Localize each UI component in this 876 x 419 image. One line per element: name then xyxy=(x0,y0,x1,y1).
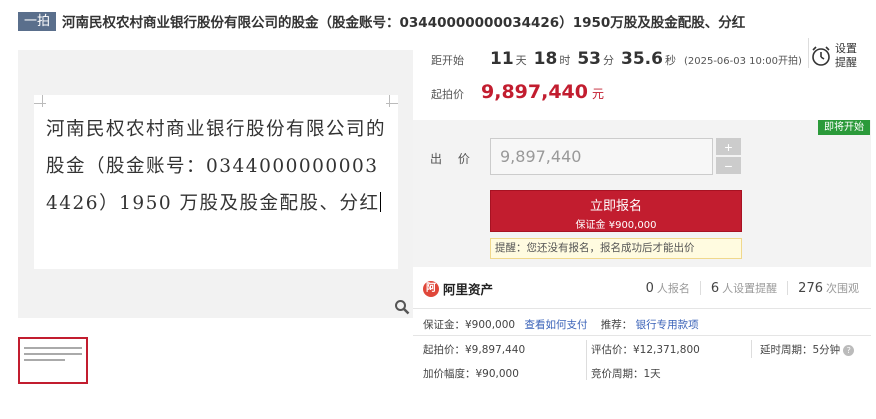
crop-mark xyxy=(42,95,43,107)
countdown-hours-unit: 时 xyxy=(559,54,571,67)
appraisal-price: 评估价：¥12,371,800 xyxy=(591,344,700,356)
status-badge: 即将开始 xyxy=(818,120,870,135)
alarm-clock-icon xyxy=(812,46,830,66)
signup-count-label: 人报名 xyxy=(656,282,690,295)
thumbnail-line xyxy=(24,353,82,355)
countdown-days-unit: 天 xyxy=(515,54,527,67)
thumbnail-line xyxy=(24,359,65,361)
auction-cycle: 竞价周期：1天 xyxy=(591,368,661,380)
crop-mark xyxy=(34,103,46,104)
countdown-seconds: 35.6 xyxy=(621,49,663,69)
divider xyxy=(751,340,752,358)
signup-count: 0 xyxy=(645,281,654,296)
divider xyxy=(808,38,809,68)
start-price-unit: 元 xyxy=(591,87,604,101)
start-time: (2025-06-03 10:00开拍) xyxy=(683,56,802,67)
image-preview[interactable]: 河南民权农村商业银行股份有限公司的股金（股金账号：034400000000344… xyxy=(18,50,413,318)
platform-logo[interactable]: 阿 阿里资产 xyxy=(423,279,493,298)
detail-start-price: 起拍价：¥9,897,440 xyxy=(423,344,526,356)
divider xyxy=(413,335,871,336)
divider xyxy=(413,308,871,309)
auction-round-badge: 一拍 xyxy=(18,11,57,31)
divider xyxy=(586,340,587,380)
auction-stats: 0 人报名 6 人设置提醒 276 次围观 xyxy=(636,280,859,296)
divider xyxy=(699,281,701,295)
reminder-count-label: 人设置提醒 xyxy=(722,282,778,295)
reminder-label: 设置 提醒 xyxy=(835,42,857,69)
divider xyxy=(787,281,789,295)
countdown-days: 11 xyxy=(490,49,514,69)
crop-mark xyxy=(389,95,390,107)
deposit-info: 保证金：¥900,000 查看如何支付 推荐： 银行专用款项 xyxy=(423,317,699,332)
bid-increment: 加价幅度：¥90,000 xyxy=(423,368,519,380)
start-price-row: 起拍价 9,897,440 元 xyxy=(431,81,604,103)
view-count: 276 xyxy=(798,281,823,296)
title-row: 一拍 河南民权农村商业银行股份有限公司的股金（股金账号：034400000000… xyxy=(18,11,745,31)
countdown-hours: 18 xyxy=(533,49,558,69)
help-icon[interactable]: ? xyxy=(843,345,855,356)
thumbnail-line xyxy=(24,347,82,349)
countdown-seconds-unit: 秒 xyxy=(664,54,676,67)
delay-period: 延时周期：5分钟? xyxy=(760,342,855,357)
signup-deposit-label: 保证金 ¥900,000 xyxy=(575,220,657,231)
countdown-minutes: 53 xyxy=(577,49,602,69)
zoom-icon[interactable] xyxy=(394,299,410,315)
set-reminder-button[interactable]: 设置 提醒 xyxy=(811,38,867,74)
signup-button-label: 立即报名 xyxy=(589,199,642,214)
countdown-minutes-unit: 分 xyxy=(603,54,615,67)
recommend-label: 推荐： xyxy=(600,319,633,331)
bid-label: 出 价 xyxy=(430,152,476,166)
page-title: 河南民权农村商业银行股份有限公司的股金（股金账号：034400000000344… xyxy=(62,15,746,31)
increase-bid-button[interactable]: + xyxy=(716,138,741,155)
bid-amount-input[interactable] xyxy=(490,138,713,175)
document-text: 河南民权农村商业银行股份有限公司的股金（股金账号：034400000000344… xyxy=(46,119,387,214)
start-price-label: 起拍价 xyxy=(431,88,464,101)
countdown: 距开始 11 天 18 时 53 分 35.6 秒 (2025-06-03 10… xyxy=(431,49,802,69)
ali-assets-icon: 阿 xyxy=(423,280,439,297)
signup-button[interactable]: 立即报名 保证金 ¥900,000 xyxy=(490,190,742,232)
countdown-label: 距开始 xyxy=(431,54,464,67)
deposit-amount: 保证金：¥900,000 xyxy=(423,319,516,331)
platform-name: 阿里资产 xyxy=(443,282,494,297)
reminder-count: 6 xyxy=(710,281,720,296)
signup-hint: 提醒：您还没有报名，报名成功后才能出价 xyxy=(490,238,742,259)
how-to-pay-link[interactable]: 查看如何支付 xyxy=(524,319,587,331)
platform-row: 阿 阿里资产 0 人报名 6 人设置提醒 276 次围观 xyxy=(413,268,871,308)
document-image: 河南民权农村商业银行股份有限公司的股金（股金账号：034400000000344… xyxy=(34,95,398,269)
bank-payment-link[interactable]: 银行专用款项 xyxy=(636,319,699,331)
decrease-bid-button[interactable]: − xyxy=(716,157,741,174)
view-count-label: 次围观 xyxy=(826,282,859,295)
start-price-value: 9,897,440 xyxy=(481,81,588,103)
thumbnail[interactable] xyxy=(18,337,88,384)
crop-mark xyxy=(386,103,398,104)
